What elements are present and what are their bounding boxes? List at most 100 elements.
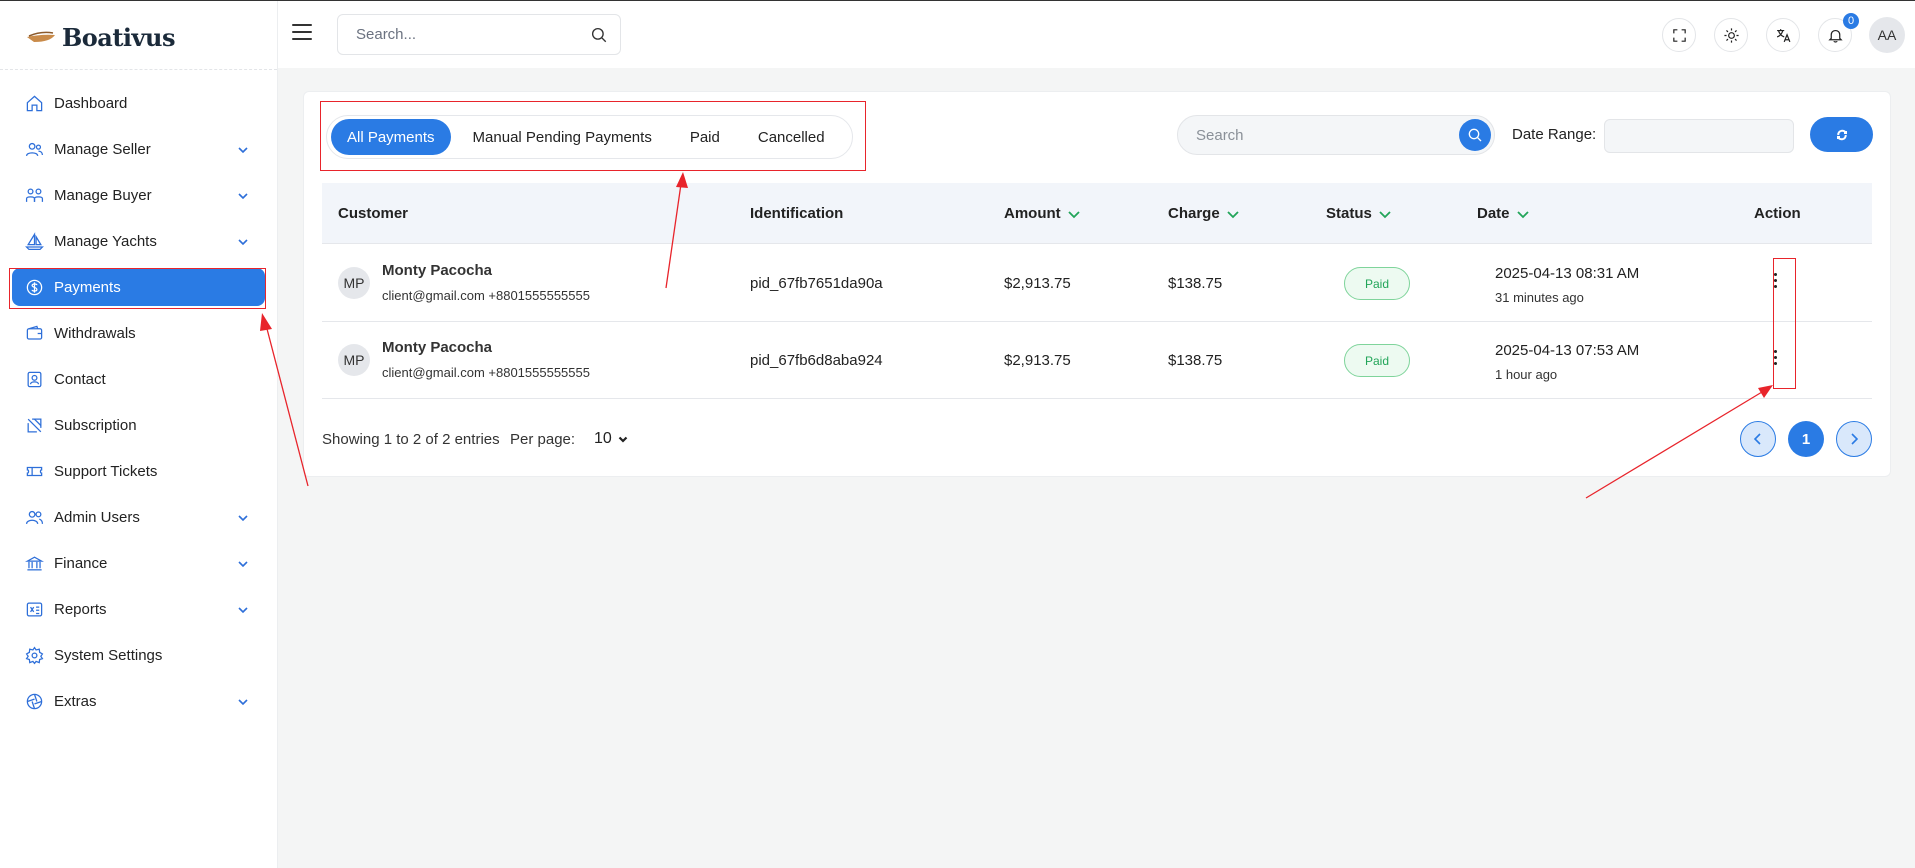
column-customer: Customer (338, 205, 409, 222)
fullscreen-button[interactable] (1662, 18, 1696, 52)
sidebar-item-label: Contact (54, 370, 106, 388)
sidebar-item-label: Dashboard (54, 94, 128, 112)
table-row: MP Monty Pacocha client@gmail.com +88015… (322, 245, 1872, 322)
chevron-down-icon (237, 189, 249, 201)
bell-icon (1827, 29, 1843, 43)
column-status[interactable]: Status (1326, 205, 1392, 222)
admin-users-icon (24, 507, 44, 527)
chevron-down-icon (237, 143, 249, 155)
boat-logo-icon (27, 31, 55, 42)
sidebar-item-label: Reports (54, 600, 107, 618)
sidebar-item-support-tickets[interactable]: Support Tickets (12, 452, 265, 490)
chevron-down-icon (237, 235, 249, 247)
next-page-button[interactable] (1836, 421, 1872, 457)
sidebar-item-reports[interactable]: Reports (12, 590, 265, 628)
refresh-icon (1836, 129, 1847, 140)
language-button[interactable] (1766, 18, 1800, 52)
notifications-button[interactable]: 0 (1818, 13, 1859, 52)
brand-name: Boativus (62, 22, 175, 52)
status-badge: Paid (1344, 267, 1410, 300)
sidebar: Boativus Dashboard Manage Seller Manage … (0, 1, 278, 868)
sidebar-item-label: Extras (54, 692, 97, 710)
sidebar-item-label: Admin Users (54, 508, 140, 526)
column-amount[interactable]: Amount (1004, 205, 1081, 222)
sort-chevron-icon (1379, 210, 1391, 218)
customer-contact: client@gmail.com +8801555555555 (382, 365, 590, 380)
sidebar-item-label: Withdrawals (54, 324, 136, 342)
global-search-input[interactable] (356, 26, 576, 43)
sort-chevron-icon (1516, 210, 1529, 218)
sidebar-item-subscription[interactable]: Subscription (12, 406, 265, 444)
charge-cell: $138.75 (1168, 352, 1223, 369)
sidebar-item-label: Subscription (54, 416, 137, 434)
brand-divider (0, 69, 277, 70)
sidebar-item-contact[interactable]: Contact (12, 360, 265, 398)
date-range-input[interactable] (1604, 119, 1794, 153)
relative-time: 1 hour ago (1495, 367, 1558, 382)
column-date[interactable]: Date (1477, 205, 1530, 222)
per-page-select[interactable]: 10 (594, 430, 628, 448)
per-page-label: Per page: (510, 431, 576, 448)
annotation-box-tabs (320, 101, 866, 171)
date-range-label: Date Range: (1512, 126, 1597, 143)
table-row: MP Monty Pacocha client@gmail.com +88015… (322, 322, 1872, 399)
chevron-right-icon (1851, 433, 1859, 445)
sidebar-item-admin-users[interactable]: Admin Users (12, 498, 265, 536)
global-search (337, 14, 621, 55)
payments-search (1177, 115, 1495, 155)
ticket-icon (24, 461, 44, 481)
report-icon (24, 599, 44, 619)
status-badge: Paid (1344, 344, 1410, 377)
column-identification: Identification (750, 205, 844, 222)
sidebar-item-manage-yachts[interactable]: Manage Yachts (12, 222, 265, 260)
sort-chevron-icon (1068, 210, 1080, 218)
search-icon (1468, 128, 1482, 142)
customer-name: Monty Pacocha (382, 262, 493, 279)
amount-cell: $2,913.75 (1004, 352, 1071, 369)
prev-page-button[interactable] (1740, 421, 1776, 457)
hamburger-menu-icon[interactable] (292, 24, 312, 40)
column-charge[interactable]: Charge (1168, 205, 1240, 222)
theme-toggle-button[interactable] (1714, 18, 1748, 52)
gear-icon (24, 645, 44, 665)
home-icon (24, 93, 44, 113)
page-1-button[interactable]: 1 (1788, 421, 1824, 457)
customer-avatar: MP (338, 267, 370, 299)
wallet-icon (24, 323, 44, 343)
sidebar-item-manage-buyer[interactable]: Manage Buyer (12, 176, 265, 214)
chevron-down-icon (618, 436, 628, 443)
sort-chevron-icon (1227, 210, 1239, 218)
date-cell: 2025-04-13 07:53 AM (1495, 342, 1640, 359)
sidebar-item-label: Manage Yachts (54, 232, 157, 250)
sun-icon (1723, 27, 1739, 43)
annotation-box-action (1773, 258, 1796, 389)
sidebar-item-system-settings[interactable]: System Settings (12, 636, 265, 674)
topbar: 0 AA (278, 1, 1915, 68)
chevron-left-icon (1753, 433, 1761, 445)
chevron-down-icon (237, 511, 249, 523)
chevron-down-icon (237, 695, 249, 707)
customer-avatar: MP (338, 344, 370, 376)
sidebar-item-label: Manage Seller (54, 140, 151, 158)
annotation-box-payments (9, 268, 266, 309)
refresh-button[interactable] (1810, 117, 1873, 152)
brand[interactable]: Boativus (26, 21, 175, 53)
search-icon[interactable] (590, 26, 608, 44)
identification-cell: pid_67fb7651da90a (750, 275, 883, 292)
sidebar-item-manage-seller[interactable]: Manage Seller (12, 130, 265, 168)
payments-search-input[interactable] (1196, 127, 1436, 144)
amount-cell: $2,913.75 (1004, 275, 1071, 292)
user-avatar[interactable]: AA (1869, 17, 1905, 53)
sidebar-item-withdrawals[interactable]: Withdrawals (12, 314, 265, 352)
sidebar-item-extras[interactable]: Extras (12, 682, 265, 720)
users-group-icon (24, 185, 44, 205)
translate-icon (1776, 28, 1790, 42)
sidebar-item-dashboard[interactable]: Dashboard (12, 84, 265, 122)
sidebar-item-finance[interactable]: Finance (12, 544, 265, 582)
aperture-icon (24, 691, 44, 711)
relative-time: 31 minutes ago (1495, 290, 1584, 305)
charge-cell: $138.75 (1168, 275, 1223, 292)
search-button[interactable] (1459, 119, 1491, 151)
sidebar-item-label: Support Tickets (54, 462, 158, 480)
table-header: Customer Identification Amount Charge St… (322, 183, 1872, 244)
